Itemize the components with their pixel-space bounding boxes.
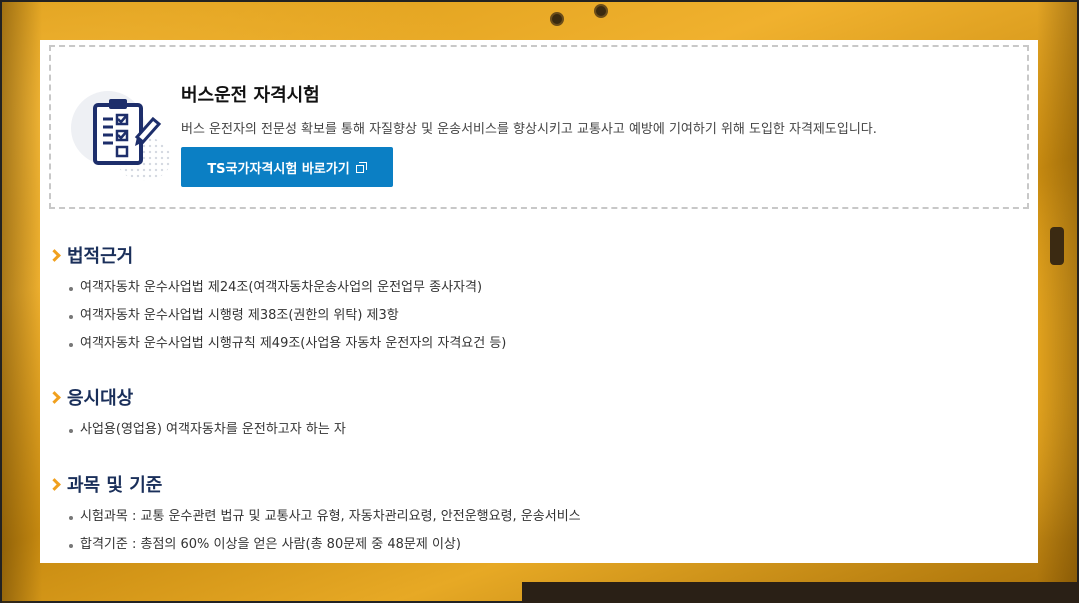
page-title: 버스운전 자격시험 [181, 85, 320, 106]
eligibility-list: 사업용(영업용) 여객자동차를 운전하고자 하는 자 [48, 420, 346, 448]
section-eligibility: 응시대상 사업용(영업용) 여객자동차를 운전하고자 하는 자 [48, 384, 346, 448]
list-item: 사업용(영업용) 여객자동차를 운전하고자 하는 자 [48, 420, 346, 448]
content-panel: 버스운전 자격시험 버스 운전자의 전문성 확보를 통해 자질향상 및 운송서비… [40, 40, 1038, 563]
bottom-bumper-decoration [522, 582, 1079, 603]
chevron-right-icon [48, 248, 61, 262]
list-item: 여객자동차 운수사업법 시행규칙 제49조(사업용 자동차 운전자의 자격요건 … [48, 334, 506, 362]
list-item: 여객자동차 운수사업법 시행령 제38조(권한의 위탁) 제3항 [48, 306, 506, 334]
list-item: 합격기준 : 총점의 60% 이상을 얻은 사람(총 80문제 중 48문제 이… [48, 535, 581, 563]
chevron-right-icon [48, 477, 61, 491]
legal-basis-list: 여객자동차 운수사업법 제24조(여객자동차운송사업의 운전업무 종사자격) 여… [48, 278, 506, 362]
section-legal-basis: 법적근거 여객자동차 운수사업법 제24조(여객자동차운송사업의 운전업무 종사… [48, 242, 506, 362]
subjects-criteria-list: 시험과목 : 교통 운수관련 법규 및 교통사고 유형, 자동차관리요령, 안전… [48, 507, 581, 563]
section-title: 과목 및 기준 [67, 475, 163, 496]
section-subjects-criteria: 과목 및 기준 시험과목 : 교통 운수관련 법규 및 교통사고 유형, 자동차… [48, 471, 581, 563]
bolt-decoration [550, 12, 564, 26]
intro-description: 버스 운전자의 전문성 확보를 통해 자질향상 및 운송서비스를 향상시키고 교… [181, 122, 877, 137]
bolt-decoration [594, 4, 608, 18]
door-handle-decoration [1050, 227, 1064, 265]
intro-box: 버스운전 자격시험 버스 운전자의 전문성 확보를 통해 자질향상 및 운송서비… [49, 45, 1029, 209]
clipboard-checklist-icon [71, 83, 175, 187]
section-title: 응시대상 [67, 388, 134, 409]
external-link-icon [355, 161, 367, 173]
list-item: 시험과목 : 교통 운수관련 법규 및 교통사고 유형, 자동차관리요령, 안전… [48, 507, 581, 535]
ts-exam-link-button[interactable]: TS국가자격시험 바로가기 [181, 147, 393, 187]
list-item: 여객자동차 운수사업법 제24조(여객자동차운송사업의 운전업무 종사자격) [48, 278, 506, 306]
section-title: 법적근거 [67, 246, 134, 267]
ts-exam-link-label: TS국가자격시험 바로가기 [207, 161, 350, 177]
chevron-right-icon [48, 390, 61, 404]
